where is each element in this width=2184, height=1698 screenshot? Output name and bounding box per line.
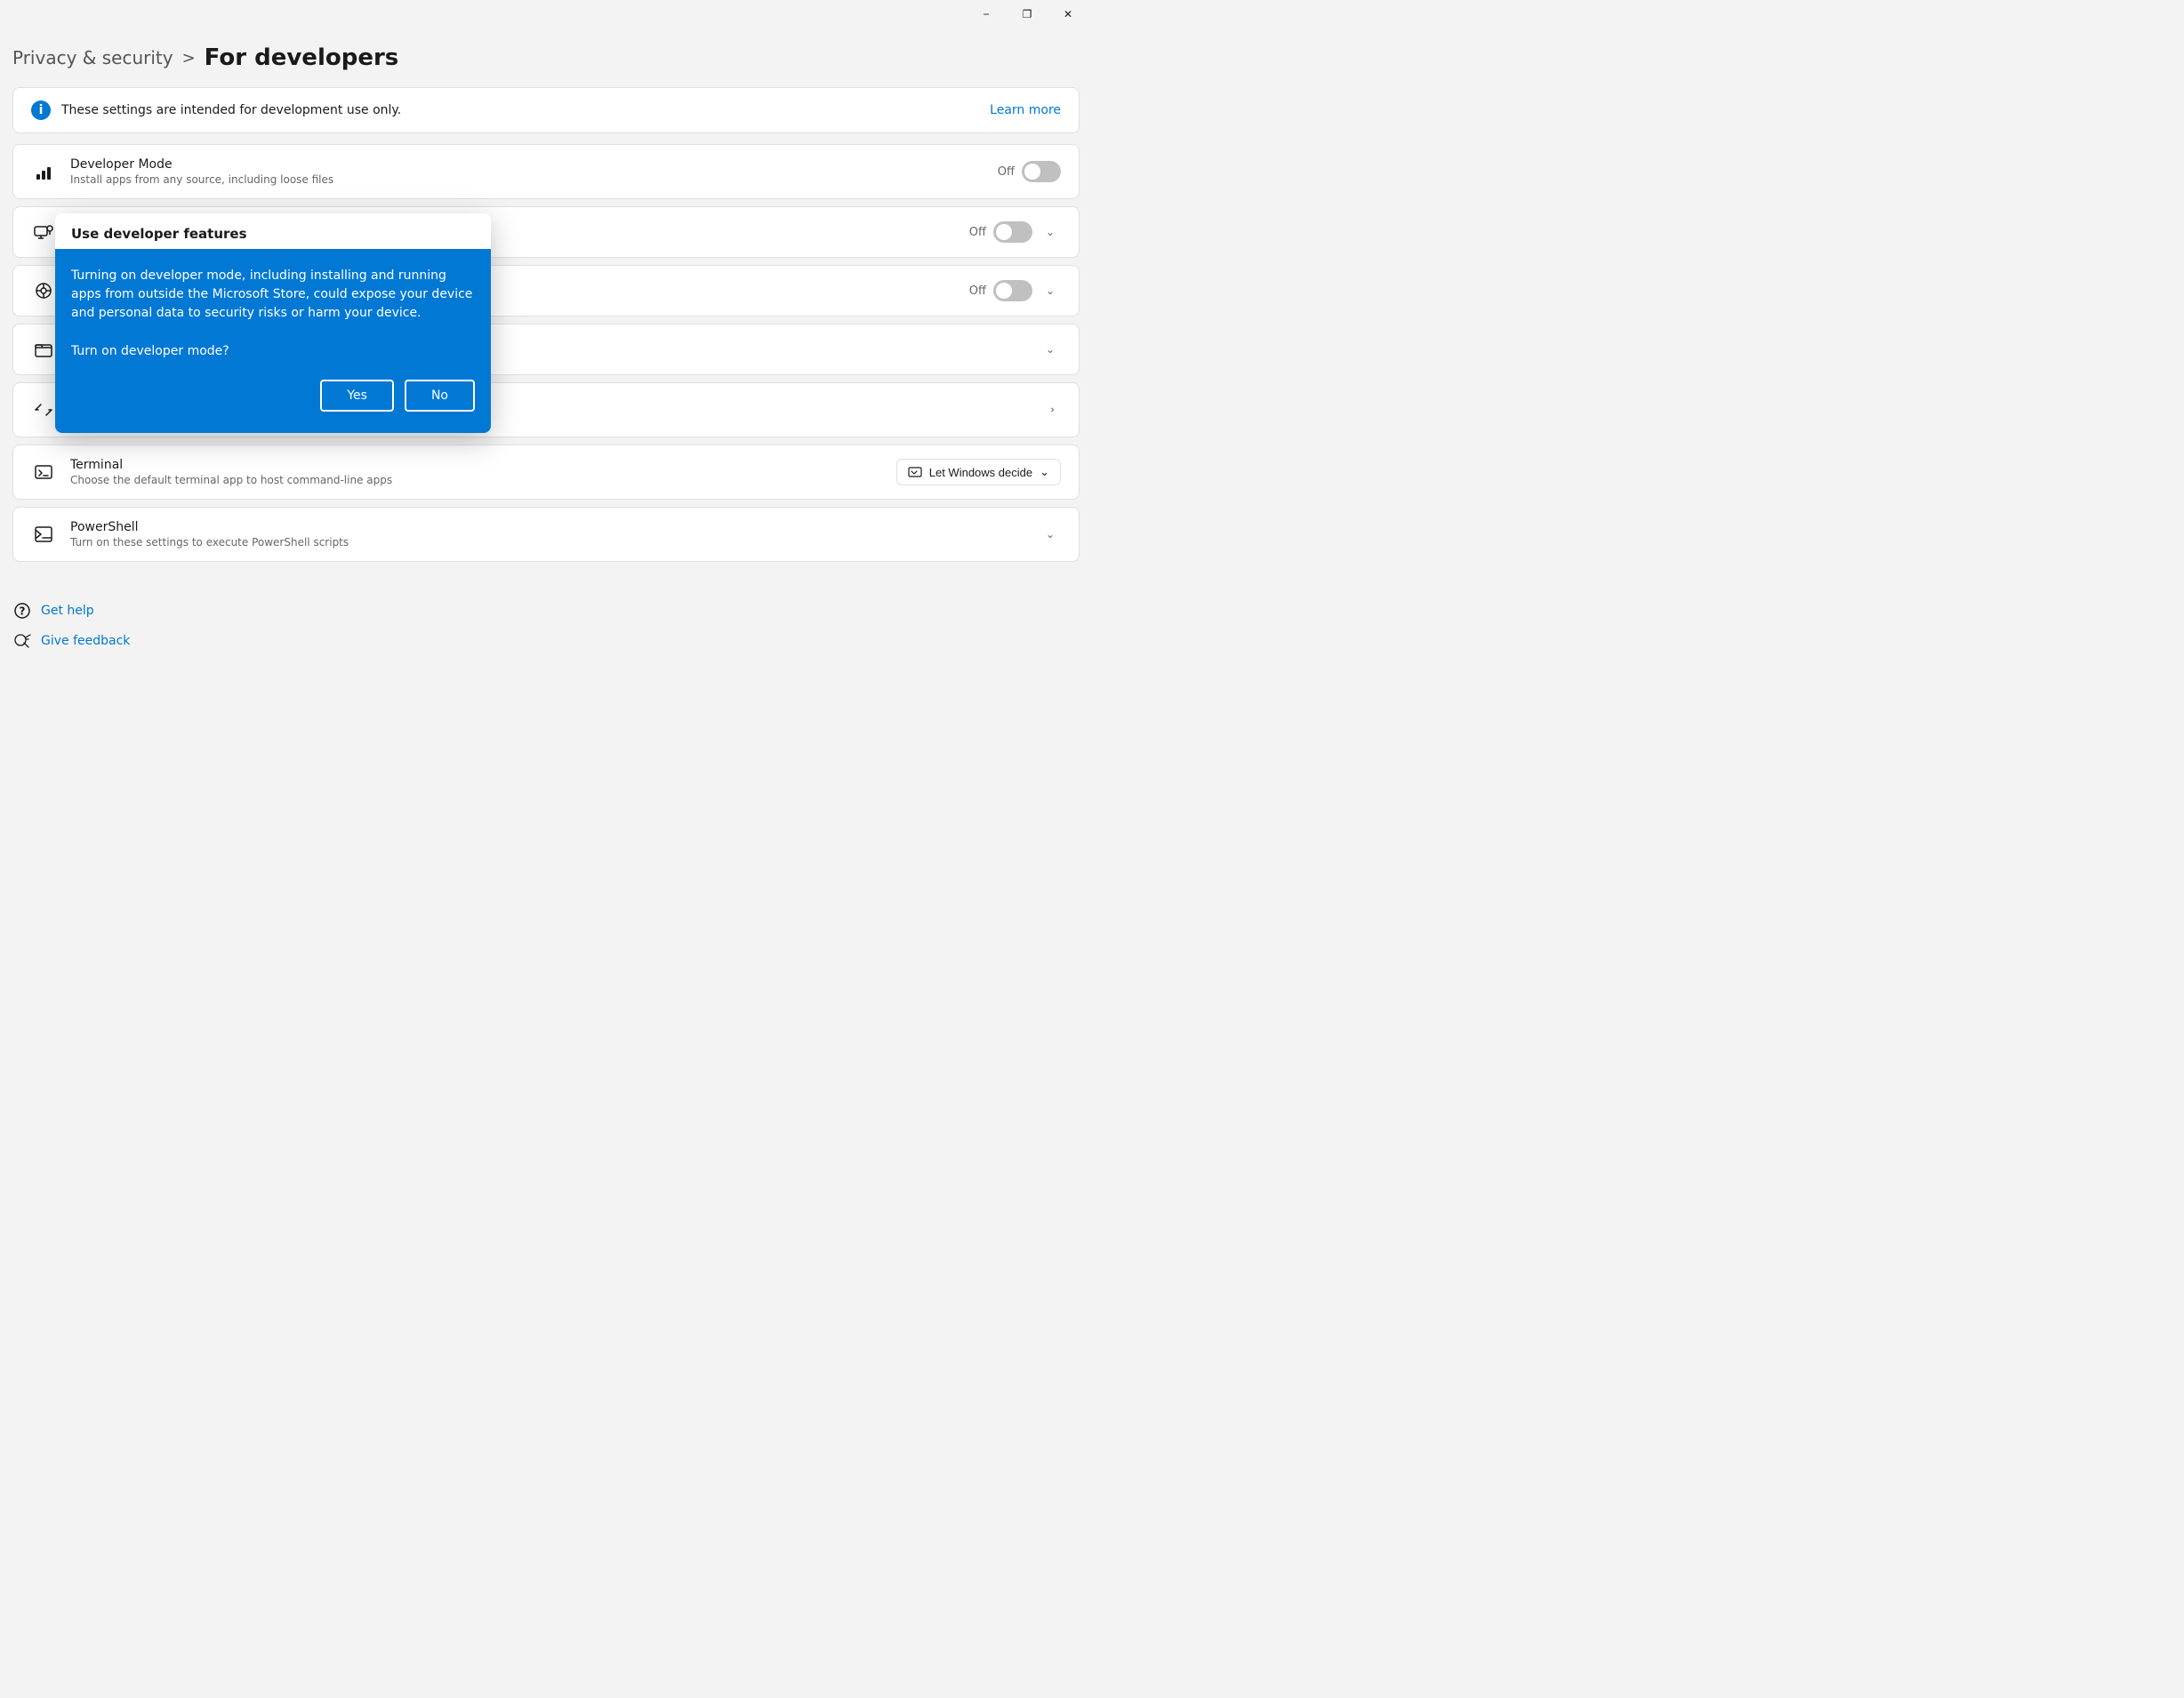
dialog-yes-button[interactable]: Yes <box>320 380 394 412</box>
dialog-buttons: Yes No <box>71 380 475 412</box>
dialog-title: Use developer features <box>71 226 247 242</box>
dialog-no-button[interactable]: No <box>405 380 475 412</box>
dialog-title-bar: Use developer features <box>55 213 491 249</box>
developer-mode-dialog: Use developer features Turning on develo… <box>55 213 491 433</box>
dialog-body: Turning on developer mode, including ins… <box>55 249 491 433</box>
dialog-question: Turn on developer mode? <box>71 344 475 358</box>
dialog-overlay: Use developer features Turning on develo… <box>0 0 1092 849</box>
dialog-message: Turning on developer mode, including ins… <box>71 267 475 323</box>
